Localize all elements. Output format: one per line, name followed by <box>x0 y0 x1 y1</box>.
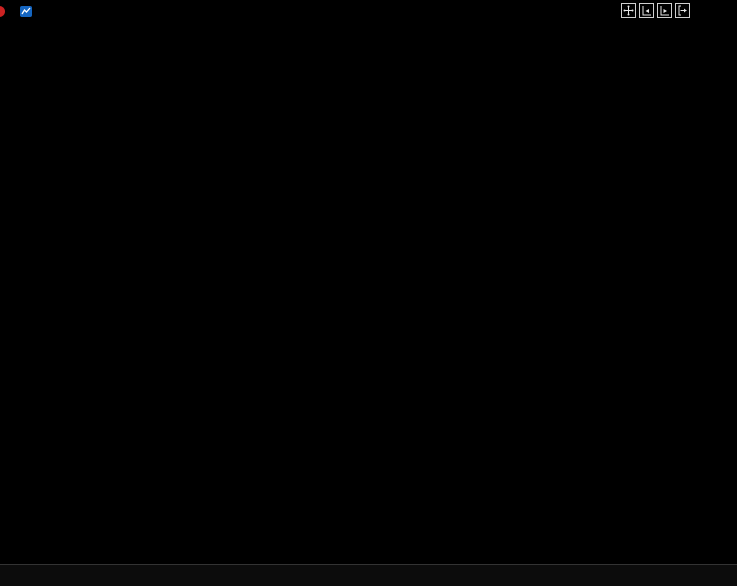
chart-canvas[interactable] <box>0 0 737 586</box>
toolbar <box>0 0 737 22</box>
rsi-header <box>7 470 39 484</box>
toolbar-buttons <box>621 3 690 18</box>
chart-app <box>0 0 737 586</box>
chart-logo-icon <box>20 5 33 18</box>
range-left-icon[interactable] <box>639 3 654 18</box>
range-play-icon[interactable] <box>657 3 672 18</box>
macd-header <box>7 358 39 372</box>
time-axis[interactable] <box>0 564 737 586</box>
clipped-red-dot-icon <box>0 6 5 17</box>
pan-icon[interactable] <box>621 3 636 18</box>
exit-icon[interactable] <box>675 3 690 18</box>
